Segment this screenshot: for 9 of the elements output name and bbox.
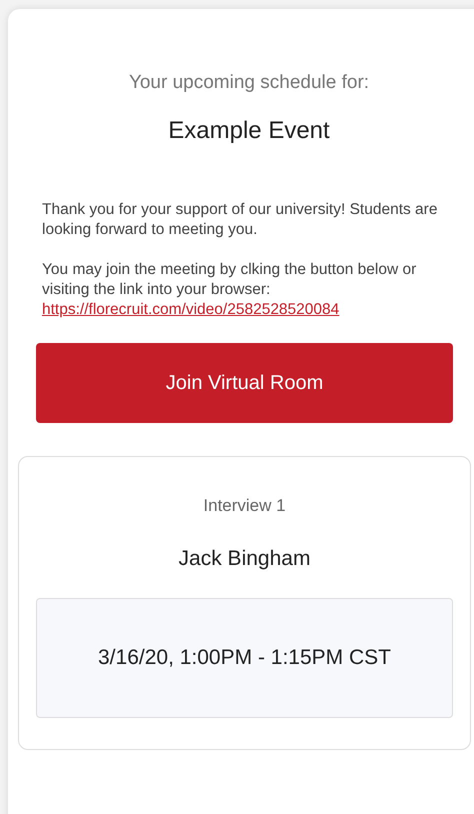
message-paragraph: You may join the meeting by clking the button below or visiting the link into your browser:: [42, 260, 418, 300]
join-room-button[interactable]: Join Virtual Room: [36, 343, 453, 423]
interview-label: Interview 1: [203, 495, 286, 517]
video-link[interactable]: https://florecruit.com/video/2582528520084: [42, 300, 340, 320]
message-paragraph: Thank you for your support of our university! Students are looking forward to meeting you.: [42, 200, 438, 240]
time-slot: 3/16/20, 1:00PM - 1:15PM CST: [36, 598, 453, 718]
interviewer-name: Jack Bingham: [178, 546, 310, 572]
event-title: Example Event: [167, 117, 331, 145]
schedule-subtitle: Your upcoming schedule for:: [128, 71, 370, 95]
